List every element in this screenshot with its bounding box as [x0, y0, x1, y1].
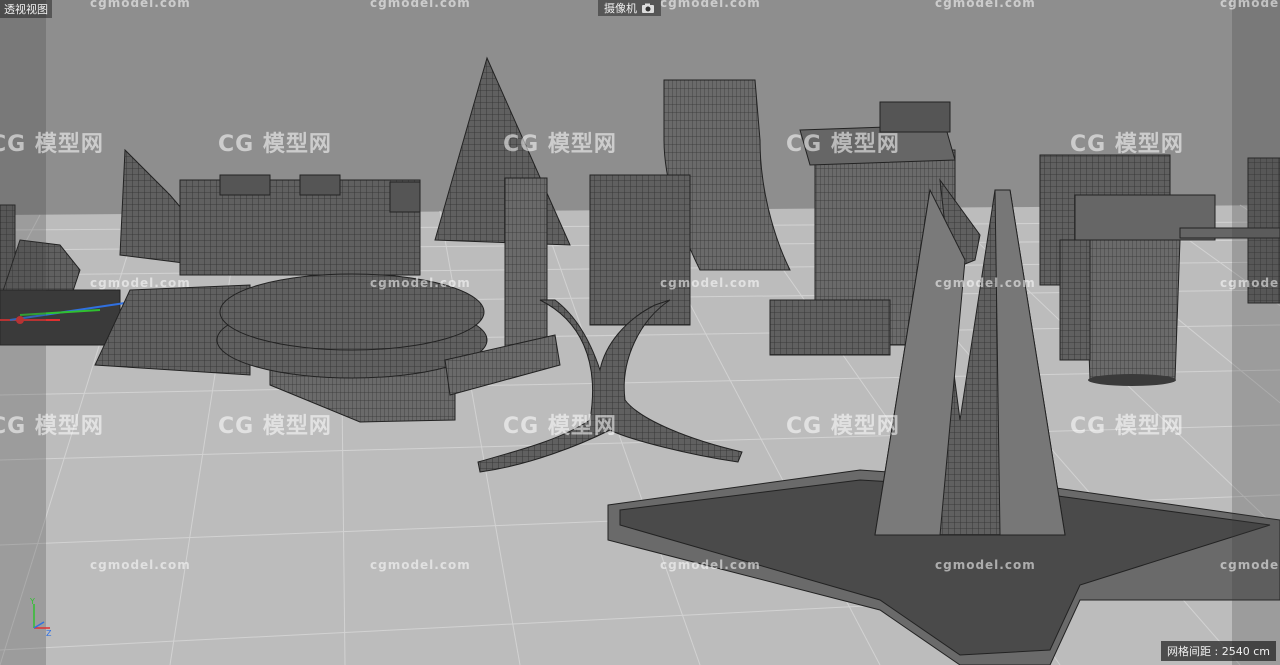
svg-text:Y: Y — [29, 598, 35, 606]
axis-gizmo: Y Z — [29, 598, 52, 638]
watermark: cgmodel.com — [90, 276, 191, 290]
scene-render[interactable] — [0, 0, 1280, 665]
watermark-logo: CG 模型网 — [786, 132, 900, 157]
watermark-logo: CG 模型网 — [0, 414, 104, 439]
watermark: cgmodel.com — [1220, 0, 1280, 10]
watermark-logo: CG 模型网 — [786, 414, 900, 439]
watermark-logo: CG 模型网 — [503, 132, 617, 157]
watermark: cgmodel.com — [660, 0, 761, 10]
camera-icon[interactable] — [641, 3, 655, 14]
svg-text:Z: Z — [46, 629, 52, 638]
watermark: cgmodel.com — [90, 0, 191, 10]
watermark-logo: CG 模型网 — [1070, 132, 1184, 157]
watermark: cgmodel.com — [1220, 558, 1280, 572]
watermark-logo: CG 模型网 — [0, 132, 104, 157]
watermark: cgmodel.com — [1220, 276, 1280, 290]
watermark: cgmodel.com — [935, 0, 1036, 10]
viewport-left-overlay — [0, 0, 46, 665]
grid-spacing-readout: 网格间距 : 2540 cm — [1161, 641, 1276, 661]
building-block — [589, 174, 691, 326]
watermark-logo: CG 模型网 — [503, 414, 617, 439]
watermark: cgmodel.com — [935, 276, 1036, 290]
view-label[interactable]: 透视视图 — [0, 0, 52, 18]
3d-viewport[interactable]: cgmodel.com cgmodel.com cgmodel.com cgmo… — [0, 0, 1280, 665]
camera-label: 摄像机 — [604, 2, 637, 15]
watermark: cgmodel.com — [90, 558, 191, 572]
camera-selector[interactable]: 摄像机 — [598, 0, 661, 16]
watermark: cgmodel.com — [660, 558, 761, 572]
watermark-logo: CG 模型网 — [218, 132, 332, 157]
building-slab-tower — [504, 177, 548, 349]
watermark: cgmodel.com — [935, 558, 1036, 572]
watermark-logo: CG 模型网 — [1070, 414, 1184, 439]
watermark-logo: CG 模型网 — [218, 414, 332, 439]
watermark: cgmodel.com — [370, 558, 471, 572]
watermark: cgmodel.com — [660, 276, 761, 290]
watermark: cgmodel.com — [370, 276, 471, 290]
watermark: cgmodel.com — [370, 0, 471, 10]
